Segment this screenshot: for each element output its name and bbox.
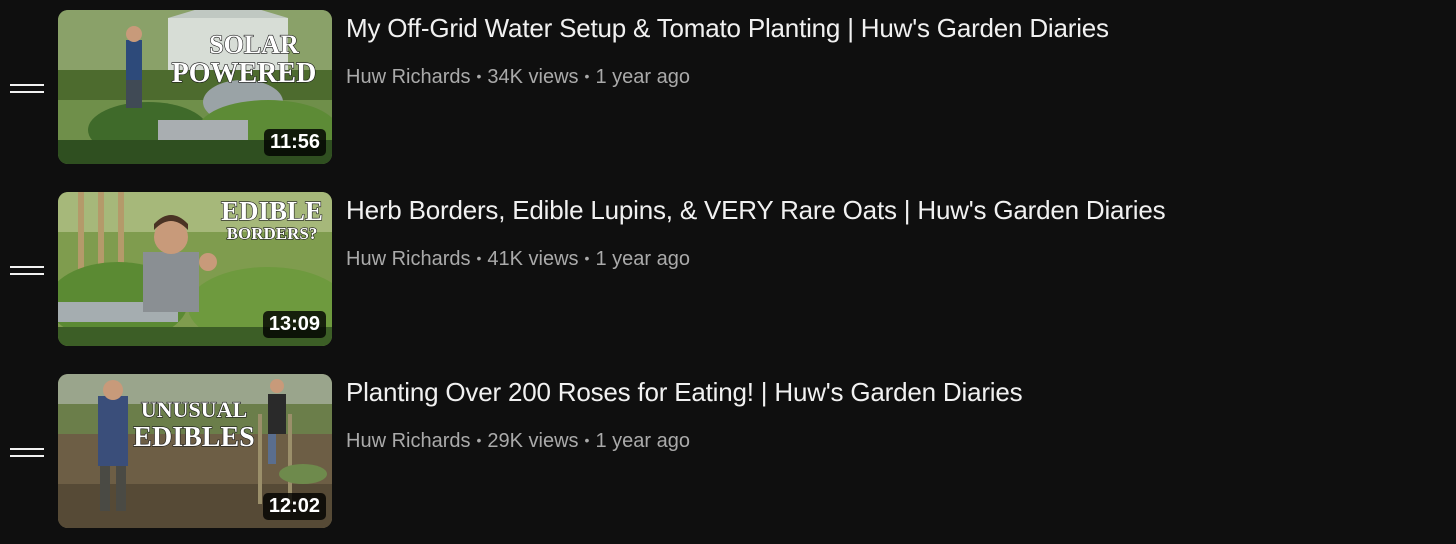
thumbnail-overlay-line1: UNUSUAL [141,397,247,422]
thumbnail-overlay-line1: SOLAR [209,30,299,59]
meta-separator: • [584,250,590,266]
playlist-item[interactable]: SOLAR POWERED 11:56 My Off-Grid Water Se… [0,10,1456,166]
channel-name[interactable]: Huw Richards [346,66,470,88]
view-count: 29K views [487,430,579,452]
video-title[interactable]: Herb Borders, Edible Lupins, & VERY Rare… [346,195,1166,226]
video-thumbnail[interactable]: EDIBLE BORDERS? 13:09 [58,192,332,346]
playlist-item[interactable]: EDIBLE BORDERS? 13:09 Herb Borders, Edib… [0,192,1456,348]
meta-separator: • [584,432,590,448]
meta-separator: • [476,68,482,84]
upload-age: 1 year ago [595,66,690,88]
duration-badge: 13:09 [262,311,326,338]
duration-badge: 11:56 [263,129,326,156]
upload-age: 1 year ago [595,248,690,270]
video-metadata: Huw Richards • 34K views • 1 year ago [346,66,690,89]
drag-handle-icon[interactable] [10,80,44,96]
drag-handle-icon[interactable] [10,262,44,278]
drag-handle-icon[interactable] [10,444,44,460]
channel-name[interactable]: Huw Richards [346,248,470,270]
thumbnail-overlay-line2: EDIBLES [133,422,254,453]
duration-badge: 12:02 [262,493,326,520]
thumbnail-overlay-line2: BORDERS? [227,224,318,243]
playlist-item[interactable]: UNUSUAL EDIBLES 12:02 Planting Over 200 … [0,374,1456,530]
playlist-video-list: SOLAR POWERED 11:56 My Off-Grid Water Se… [0,0,1456,544]
channel-name[interactable]: Huw Richards [346,430,470,452]
view-count: 34K views [487,66,579,88]
meta-separator: • [584,68,590,84]
video-metadata: Huw Richards • 41K views • 1 year ago [346,248,690,271]
video-metadata: Huw Richards • 29K views • 1 year ago [346,430,690,453]
video-thumbnail[interactable]: SOLAR POWERED 11:56 [58,10,332,164]
thumbnail-overlay-line2: POWERED [172,58,317,89]
video-title[interactable]: My Off-Grid Water Setup & Tomato Plantin… [346,13,1109,44]
video-title[interactable]: Planting Over 200 Roses for Eating! | Hu… [346,377,1023,408]
thumbnail-overlay-line1: EDIBLE [221,196,323,226]
view-count: 41K views [487,248,579,270]
meta-separator: • [476,250,482,266]
meta-separator: • [476,432,482,448]
upload-age: 1 year ago [595,430,690,452]
video-thumbnail[interactable]: UNUSUAL EDIBLES 12:02 [58,374,332,528]
